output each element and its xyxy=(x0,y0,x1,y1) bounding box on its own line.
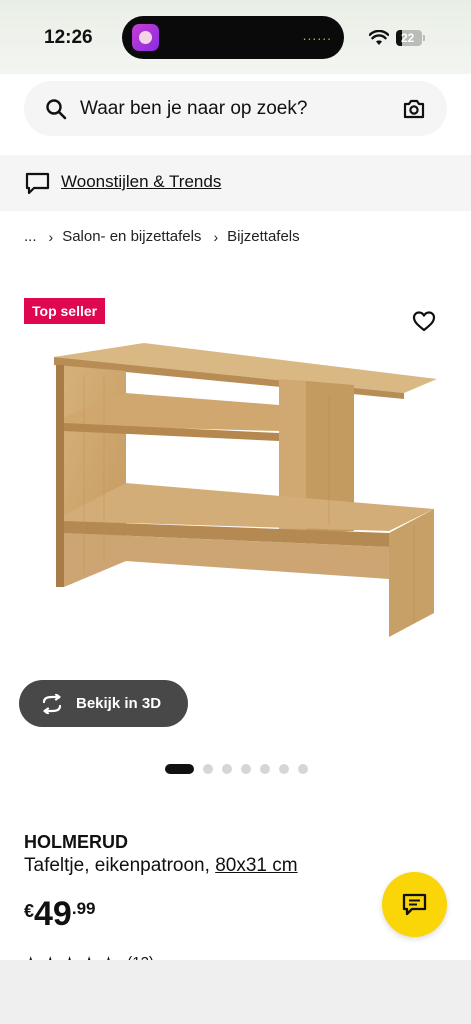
carousel-dot[interactable] xyxy=(222,764,232,774)
view-in-3d-label: Bekijk in 3D xyxy=(76,695,162,712)
product-name: HOLMERUD xyxy=(24,832,128,852)
camera-icon[interactable] xyxy=(402,97,426,121)
status-time: 12:26 xyxy=(44,27,93,48)
chat-icon xyxy=(402,893,427,916)
price-integer: 49 xyxy=(34,895,72,933)
bottom-bar xyxy=(0,960,471,1024)
chevron-right-icon: › xyxy=(213,228,219,245)
price-currency: € xyxy=(24,901,35,921)
island-indicator: ...... xyxy=(302,27,332,43)
view-in-3d-button[interactable]: Bekijk in 3D xyxy=(19,680,188,727)
inspiration-bar[interactable]: Woonstijlen & Trends xyxy=(0,155,471,211)
carousel-dot[interactable] xyxy=(203,764,213,774)
battery-level: 22 xyxy=(401,31,415,45)
product-description: Tafeltje, eikenpatroon, 80x31 cm xyxy=(24,855,298,877)
product-size-link[interactable]: 80x31 cm xyxy=(215,855,297,876)
product-image[interactable] xyxy=(44,335,444,645)
product-description-text: Tafeltje, eikenpatroon, xyxy=(24,855,210,876)
search-bar[interactable]: Waar ben je naar op zoek? xyxy=(24,81,447,136)
inspiration-link[interactable]: Woonstijlen & Trends xyxy=(61,172,221,192)
search-icon xyxy=(46,99,67,120)
battery-icon: 22 xyxy=(396,30,422,46)
breadcrumb-ellipsis[interactable]: ... xyxy=(24,228,37,245)
status-bar: 12:26 ...... 22 xyxy=(0,0,471,74)
rotate-3d-icon xyxy=(42,693,62,714)
product-price: € 49 .99 xyxy=(24,895,95,934)
top-seller-badge: Top seller xyxy=(24,298,106,324)
battery-tip xyxy=(423,35,425,41)
chevron-right-icon: › xyxy=(48,228,54,245)
carousel-dot[interactable] xyxy=(241,764,251,774)
carousel-indicator xyxy=(165,764,317,774)
chat-button[interactable] xyxy=(382,872,447,937)
wifi-icon xyxy=(369,30,389,45)
dynamic-island: ...... xyxy=(122,16,344,59)
breadcrumb: ... › Salon- en bijzettafels › Bijzettaf… xyxy=(24,228,300,245)
heart-icon[interactable] xyxy=(412,310,436,332)
app-icon xyxy=(132,24,159,51)
carousel-dot-active[interactable] xyxy=(165,764,194,774)
speech-bubble-icon xyxy=(25,172,50,195)
price-decimal: .99 xyxy=(71,899,96,918)
carousel-dot[interactable] xyxy=(298,764,308,774)
breadcrumb-item[interactable]: Bijzettafels xyxy=(227,228,300,245)
carousel-dot[interactable] xyxy=(279,764,289,774)
carousel-dot[interactable] xyxy=(260,764,270,774)
breadcrumb-item[interactable]: Salon- en bijzettafels xyxy=(62,228,201,245)
search-input[interactable]: Waar ben je naar op zoek? xyxy=(80,98,307,120)
